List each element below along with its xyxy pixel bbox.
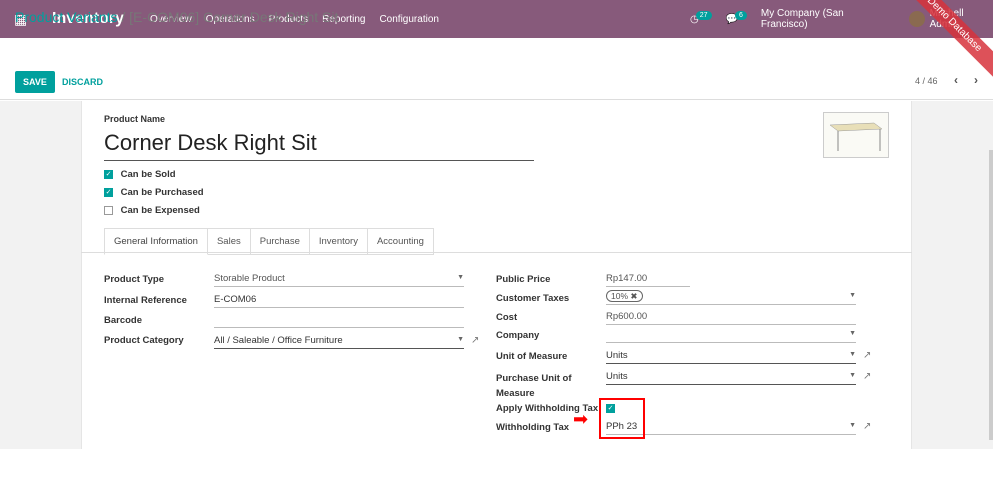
company-select[interactable]: ▼	[606, 328, 856, 343]
can-be-purchased-checkbox[interactable]: ✓ Can be Purchased	[104, 187, 204, 198]
caret-down-icon: ▼	[849, 422, 856, 429]
desk-image-icon	[829, 122, 883, 151]
customer-taxes-input[interactable]: 10% ✖ ▼	[606, 290, 856, 305]
checkbox-icon	[104, 205, 113, 215]
product-type-select[interactable]: Storable Product ▼	[214, 272, 464, 287]
checkbox-icon: ✓	[104, 169, 113, 179]
pager-value[interactable]: 4 / 46	[915, 76, 938, 86]
scrollbar[interactable]	[989, 150, 993, 440]
tab-general-information[interactable]: General Information	[104, 228, 208, 255]
caret-down-icon: ▼	[849, 372, 856, 379]
public-price-input[interactable]: Rp147.00	[606, 272, 690, 287]
product-name-label: Product Name	[104, 114, 166, 124]
external-link-icon[interactable]: ↗	[471, 335, 479, 346]
checkbox-icon: ✓	[104, 187, 113, 197]
field-value: Units	[606, 371, 628, 382]
barcode-input[interactable]	[214, 313, 464, 328]
uom-label: Unit of Measure	[496, 351, 568, 362]
product-type-label: Product Type	[104, 274, 164, 285]
tab-purchase[interactable]: Purchase	[250, 228, 310, 255]
withholding-tax-label: Withholding Tax	[496, 422, 570, 433]
remove-tag-icon[interactable]: ✖	[630, 291, 637, 301]
product-image[interactable]	[823, 112, 889, 158]
discard-button[interactable]: DISCARD	[62, 77, 103, 87]
caret-down-icon: ▼	[457, 274, 464, 281]
save-button[interactable]: SAVE	[15, 71, 55, 93]
field-value: Units	[606, 350, 628, 361]
cost-input[interactable]: Rp600.00	[606, 310, 856, 325]
product-category-select[interactable]: All / Saleable / Office Furniture ▼	[214, 334, 464, 349]
can-be-sold-checkbox[interactable]: ✓ Can be Sold	[104, 169, 176, 180]
external-link-icon[interactable]: ↗	[863, 371, 871, 382]
breadcrumb-current: [E-COM06] Corner Desk Right Sit	[129, 9, 339, 25]
tax-tag-label: 10%	[611, 291, 629, 301]
internal-reference-label: Internal Reference	[104, 295, 187, 306]
caret-down-icon: ▼	[457, 336, 464, 343]
external-link-icon[interactable]: ↗	[863, 421, 871, 432]
control-panel	[0, 38, 993, 100]
avatar[interactable]	[908, 11, 925, 27]
tab-accounting[interactable]: Accounting	[367, 228, 434, 255]
breadcrumb: Product Variants / [E-COM06] Corner Desk…	[15, 9, 339, 25]
field-value: All / Saleable / Office Furniture	[214, 335, 343, 346]
caret-down-icon: ▼	[849, 330, 856, 337]
field-value: Storable Product	[214, 273, 285, 284]
messages-badge: 6	[734, 10, 747, 20]
chevron-left-icon[interactable]: ‹	[954, 73, 958, 87]
checkbox-label: Can be Sold	[120, 169, 176, 180]
cost-label: Cost	[496, 312, 518, 323]
internal-reference-input[interactable]: E-COM06	[214, 293, 464, 308]
product-category-label: Product Category	[104, 335, 184, 346]
highlight-box	[599, 398, 645, 439]
arrow-right-icon: ➡	[573, 409, 589, 429]
checkbox-label: Can be Expensed	[120, 205, 200, 216]
breadcrumb-parent[interactable]: Product Variants	[15, 9, 117, 25]
purchase-uom-label: Purchase Unit of Measure	[496, 373, 572, 399]
product-name-input[interactable]: Corner Desk Right Sit	[104, 130, 534, 161]
activity-badge: 27	[695, 10, 712, 20]
barcode-label: Barcode	[104, 315, 143, 326]
tax-tag[interactable]: 10% ✖	[606, 290, 643, 302]
caret-down-icon: ▼	[849, 351, 856, 358]
customer-taxes-label: Customer Taxes	[496, 293, 570, 304]
tab-inventory[interactable]: Inventory	[309, 228, 368, 255]
chevron-right-icon[interactable]: ›	[974, 73, 978, 87]
checkbox-label: Can be Purchased	[120, 187, 204, 198]
notebook-tabs: General Information Sales Purchase Inven…	[104, 228, 434, 255]
tab-sales[interactable]: Sales	[207, 228, 251, 255]
external-link-icon[interactable]: ↗	[863, 350, 871, 361]
public-price-label: Public Price	[496, 274, 551, 285]
purchase-uom-select[interactable]: Units ▼	[606, 370, 856, 385]
company-switcher[interactable]: My Company (San Francisco)	[761, 8, 891, 30]
company-label: Company	[496, 330, 540, 341]
caret-down-icon: ▼	[849, 292, 856, 299]
can-be-expensed-checkbox[interactable]: Can be Expensed	[104, 205, 200, 216]
menu-configuration[interactable]: Configuration	[379, 14, 438, 25]
uom-select[interactable]: Units ▼	[606, 349, 856, 364]
